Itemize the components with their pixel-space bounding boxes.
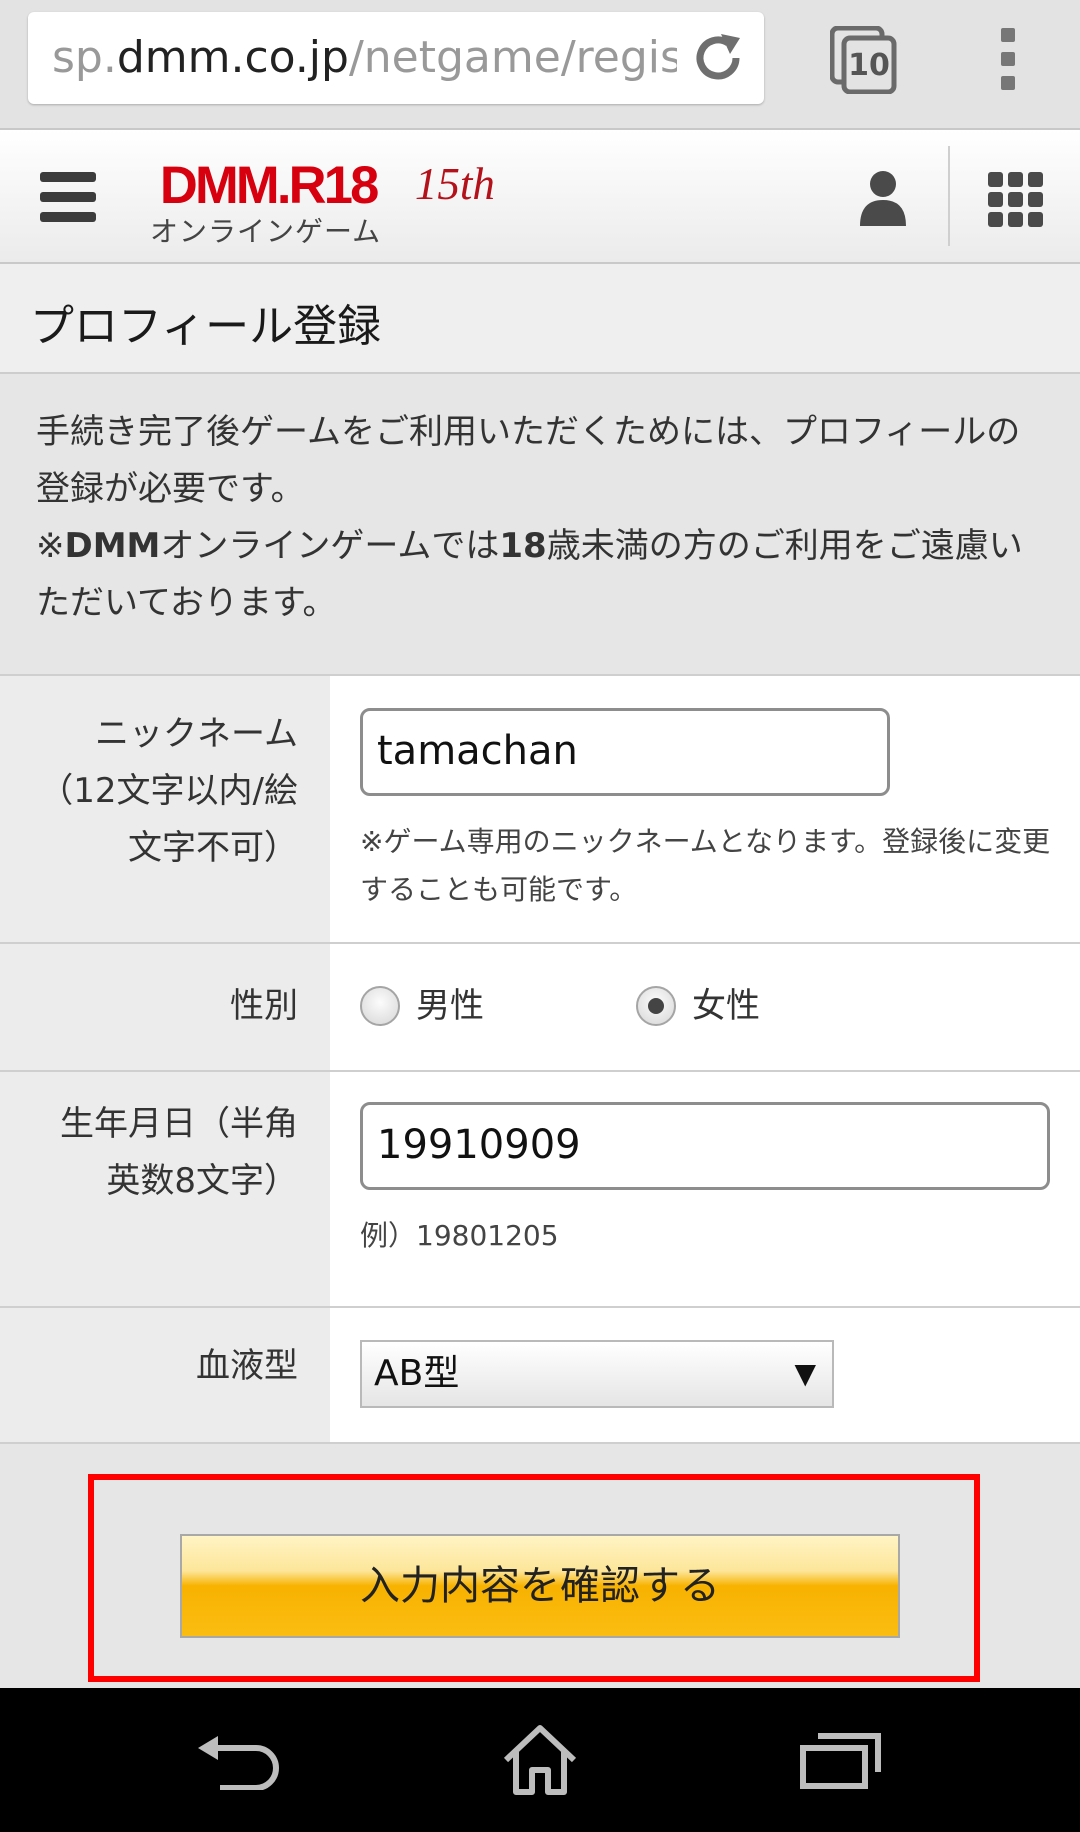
url-domain: dmm.co.jp <box>116 34 349 82</box>
recent-apps-icon[interactable] <box>800 1732 882 1790</box>
logo-text: DMM.R18 <box>160 156 378 215</box>
intro-notice: 手続き完了後ゲームをご利用いただくためには、プロフィールの登録が必要です。 ※D… <box>36 404 1046 632</box>
user-icon[interactable] <box>858 168 908 228</box>
page-title: プロフィール登録 <box>30 301 382 352</box>
url-text[interactable]: sp.dmm.co.jp/netgame/regist/ <box>52 34 677 82</box>
nickname-input[interactable]: tamachan <box>360 708 890 796</box>
nickname-hint: ※ゲーム専用のニックネームとなります。登録後に変更することも可能です。 <box>360 825 1051 906</box>
tab-count: 10 <box>848 48 890 83</box>
profile-form: ニックネーム（12文字以内/絵文字不可） tamachan ※ゲーム専用のニック… <box>0 674 1080 1444</box>
overflow-menu-icon[interactable] <box>998 28 1018 92</box>
blood-type-label: 血液型 <box>0 1308 330 1442</box>
gender-male-label[interactable]: 男性 <box>416 986 484 1026</box>
nickname-row: ニックネーム（12文字以内/絵文字不可） tamachan ※ゲーム専用のニック… <box>0 676 1080 944</box>
browser-toolbar: sp.dmm.co.jp/netgame/regist/ 10 <box>0 0 1080 130</box>
logo-subtitle: オンラインゲーム <box>150 215 382 248</box>
header-divider <box>948 146 950 246</box>
app-grid-icon[interactable] <box>988 172 1044 228</box>
blood-type-select[interactable]: AB型 ▼ <box>360 1340 834 1408</box>
address-bar[interactable]: sp.dmm.co.jp/netgame/regist/ <box>28 12 764 104</box>
notice-line-2: ※DMMオンラインゲームでは18歳未満の方のご利用をご遠慮いただいております。 <box>36 526 1023 623</box>
gender-female-label[interactable]: 女性 <box>692 986 760 1026</box>
nickname-label: ニックネーム（12文字以内/絵文字不可） <box>0 676 330 942</box>
system-nav-bar <box>0 1688 1080 1832</box>
logo-badge: 15th <box>415 159 495 209</box>
blood-type-row: 血液型 AB型 ▼ <box>0 1308 1080 1444</box>
site-header: DMM.R18 15th オンラインゲーム <box>0 130 1080 264</box>
birthday-label: 生年月日（半角英数8文字） <box>0 1072 330 1306</box>
notice-line-1: 手続き完了後ゲームをご利用いただくためには、プロフィールの登録が必要です。 <box>36 412 1021 509</box>
blood-type-value: AB型 <box>374 1353 460 1394</box>
back-icon[interactable] <box>198 1734 280 1790</box>
confirm-button[interactable]: 入力内容を確認する <box>180 1534 900 1638</box>
birthday-row: 生年月日（半角英数8文字） 19910909 例）19801205 <box>0 1072 1080 1308</box>
gender-male-radio[interactable] <box>360 986 400 1026</box>
birthday-hint: 例）19801205 <box>360 1219 559 1252</box>
gender-row: 性別 男性 女性 <box>0 944 1080 1072</box>
hamburger-menu-icon[interactable] <box>40 172 96 222</box>
url-prefix: sp. <box>52 34 117 82</box>
url-path: /netgame/regist/ <box>348 34 677 82</box>
section-header: プロフィール登録 <box>0 264 1080 374</box>
dmm-logo[interactable]: DMM.R18 15th <box>148 156 528 216</box>
gender-female-radio[interactable] <box>636 986 676 1026</box>
dropdown-arrow-icon: ▼ <box>794 1357 816 1390</box>
home-icon[interactable] <box>500 1724 580 1796</box>
gender-label: 性別 <box>0 944 330 1070</box>
reload-icon[interactable] <box>690 30 746 86</box>
birthday-input[interactable]: 19910909 <box>360 1102 1050 1190</box>
